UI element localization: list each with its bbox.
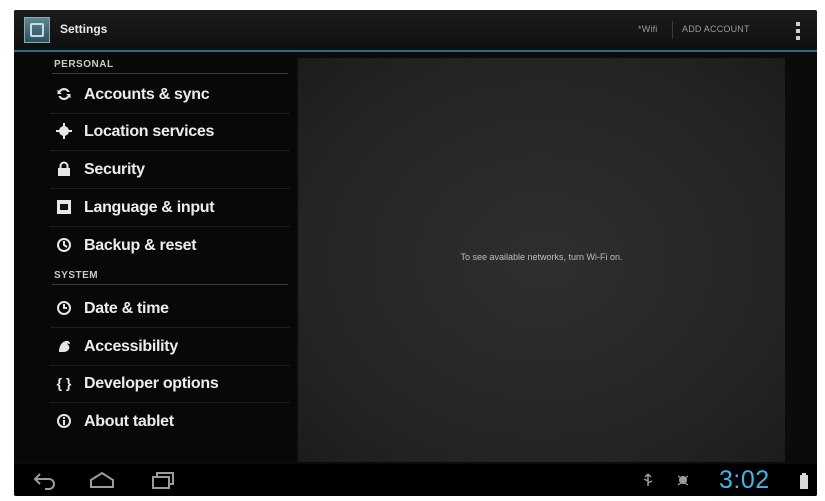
system-bar: 3:02 — [14, 464, 817, 496]
settings-list: PERSONAL Accounts & sync Location servic… — [14, 52, 296, 462]
section-divider — [52, 73, 288, 74]
item-label: Security — [84, 161, 145, 178]
home-icon[interactable] — [88, 470, 116, 490]
battery-icon — [799, 473, 811, 489]
backup-icon — [56, 237, 72, 253]
braces-icon: { } — [56, 375, 72, 391]
item-label: Accounts & sync — [84, 86, 210, 103]
list-item-accessibility[interactable]: Accessibility — [50, 329, 296, 365]
section-header-personal: PERSONAL — [54, 59, 114, 70]
sync-icon — [56, 86, 72, 102]
location-icon — [56, 123, 72, 139]
list-item-date-time[interactable]: Date & time — [50, 291, 296, 327]
status-clock: 3:02 — [719, 466, 770, 494]
add-account-button[interactable]: ADD ACCOUNT — [682, 24, 750, 34]
item-label: Date & time — [84, 300, 169, 317]
item-label: Location services — [84, 123, 215, 140]
item-divider — [50, 402, 290, 403]
overflow-menu-icon[interactable] — [794, 20, 802, 42]
item-divider — [50, 226, 290, 227]
lock-icon — [56, 161, 72, 177]
list-item-security[interactable]: Security — [50, 152, 296, 188]
item-label: Developer options — [84, 375, 219, 392]
section-header-system: SYSTEM — [54, 270, 99, 281]
item-divider — [50, 327, 290, 328]
recents-icon[interactable] — [150, 470, 176, 490]
item-label: Backup & reset — [84, 237, 197, 254]
back-icon[interactable] — [32, 470, 60, 490]
list-item-language-input[interactable]: Language & input — [50, 190, 296, 226]
section-divider — [52, 284, 288, 285]
action-separator — [672, 21, 673, 39]
keyboard-icon — [56, 199, 72, 215]
item-label: About tablet — [84, 413, 174, 430]
item-label: Language & input — [84, 199, 215, 216]
info-icon — [56, 413, 72, 429]
usb-icon — [642, 473, 654, 487]
action-bar: Settings *Wifi ADD ACCOUNT — [14, 10, 817, 52]
item-divider — [50, 150, 290, 151]
list-item-location-services[interactable]: Location services — [50, 114, 296, 150]
wifi-action-button[interactable]: *Wifi — [638, 24, 658, 34]
app-title: Settings — [60, 22, 108, 36]
item-label: Accessibility — [84, 338, 178, 355]
clock-icon — [56, 300, 72, 316]
list-item-backup-reset[interactable]: Backup & reset — [50, 228, 296, 264]
usb-debug-icon — [677, 473, 689, 487]
list-item-developer-options[interactable]: { } Developer options — [50, 366, 296, 402]
list-item-about-tablet[interactable]: About tablet — [50, 404, 296, 440]
item-divider — [50, 188, 290, 189]
accessibility-icon — [56, 338, 72, 354]
settings-icon[interactable] — [24, 17, 50, 43]
list-item-accounts-sync[interactable]: Accounts & sync — [50, 77, 296, 113]
wifi-detail-pane: To see available networks, turn Wi-Fi on… — [298, 58, 785, 462]
tablet-screen: Settings *Wifi ADD ACCOUNT PERSONAL Acco… — [14, 10, 817, 496]
wifi-off-message: To see available networks, turn Wi-Fi on… — [460, 252, 623, 262]
